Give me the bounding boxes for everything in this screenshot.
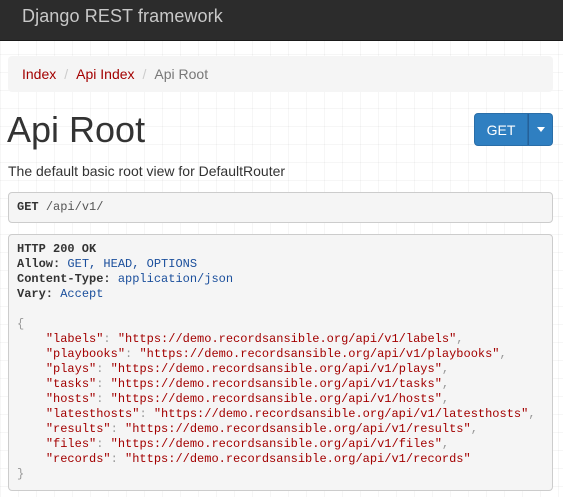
get-button[interactable]: GET (474, 113, 528, 146)
json-link[interactable]: "https://demo.recordsansible.org/api/v1/… (118, 332, 456, 346)
json-link[interactable]: "https://demo.recordsansible.org/api/v1/… (125, 422, 471, 436)
json-link[interactable]: "https://demo.recordsansible.org/api/v1/… (111, 437, 442, 451)
json-close-brace: } (17, 467, 25, 481)
caret-down-icon (536, 127, 545, 132)
response-header-value: GET, HEAD, OPTIONS (67, 257, 198, 271)
response-info: HTTP 200 OK Allow: GET, HEAD, OPTIONS Co… (8, 234, 553, 491)
json-key: "records" (45, 452, 111, 466)
json-link[interactable]: "https://demo.recordsansible.org/api/v1/… (125, 452, 471, 466)
json-link[interactable]: "https://demo.recordsansible.org/api/v1/… (111, 377, 442, 391)
json-link[interactable]: "https://demo.recordsansible.org/api/v1/… (111, 362, 442, 376)
json-key: "files" (45, 437, 97, 451)
breadcrumb: Index / Api Index / Api Root (8, 56, 553, 92)
request-method: GET (17, 200, 39, 214)
json-key: "labels" (45, 332, 104, 346)
request-info: GET /api/v1/ (8, 192, 553, 223)
response-header-value: Accept (60, 287, 104, 301)
breadcrumb-index[interactable]: Index (22, 66, 56, 82)
json-key: "results" (45, 422, 111, 436)
breadcrumb-separator: / (142, 66, 147, 82)
breadcrumb-api-root: Api Root (154, 66, 209, 82)
breadcrumb-separator: / (64, 66, 69, 82)
json-key: "tasks" (45, 377, 97, 391)
navbar: Django REST framework (0, 0, 563, 41)
json-open-brace: { (17, 317, 25, 331)
format-dropdown-toggle[interactable] (528, 113, 553, 146)
response-header-value: application/json (117, 272, 234, 286)
page-title: Api Root (7, 109, 146, 150)
json-key: "playbooks" (45, 347, 126, 361)
json-key: "latesthosts" (45, 407, 140, 421)
response-header-name: Content-Type: (17, 272, 111, 286)
json-key: "plays" (45, 362, 97, 376)
json-link[interactable]: "https://demo.recordsansible.org/api/v1/… (154, 407, 528, 421)
json-key: "hosts" (45, 392, 97, 406)
brand-link[interactable]: Django REST framework (22, 6, 223, 27)
response-status: HTTP 200 OK (17, 242, 97, 256)
get-button-group: GET (474, 113, 553, 146)
breadcrumb-api-index[interactable]: Api Index (76, 66, 134, 82)
view-description: The default basic root view for DefaultR… (8, 163, 286, 179)
response-header-name: Allow: (17, 257, 61, 271)
request-path: /api/v1/ (45, 200, 104, 214)
json-link[interactable]: "https://demo.recordsansible.org/api/v1/… (111, 392, 442, 406)
json-link[interactable]: "https://demo.recordsansible.org/api/v1/… (139, 347, 499, 361)
response-header-name: Vary: (17, 287, 54, 301)
